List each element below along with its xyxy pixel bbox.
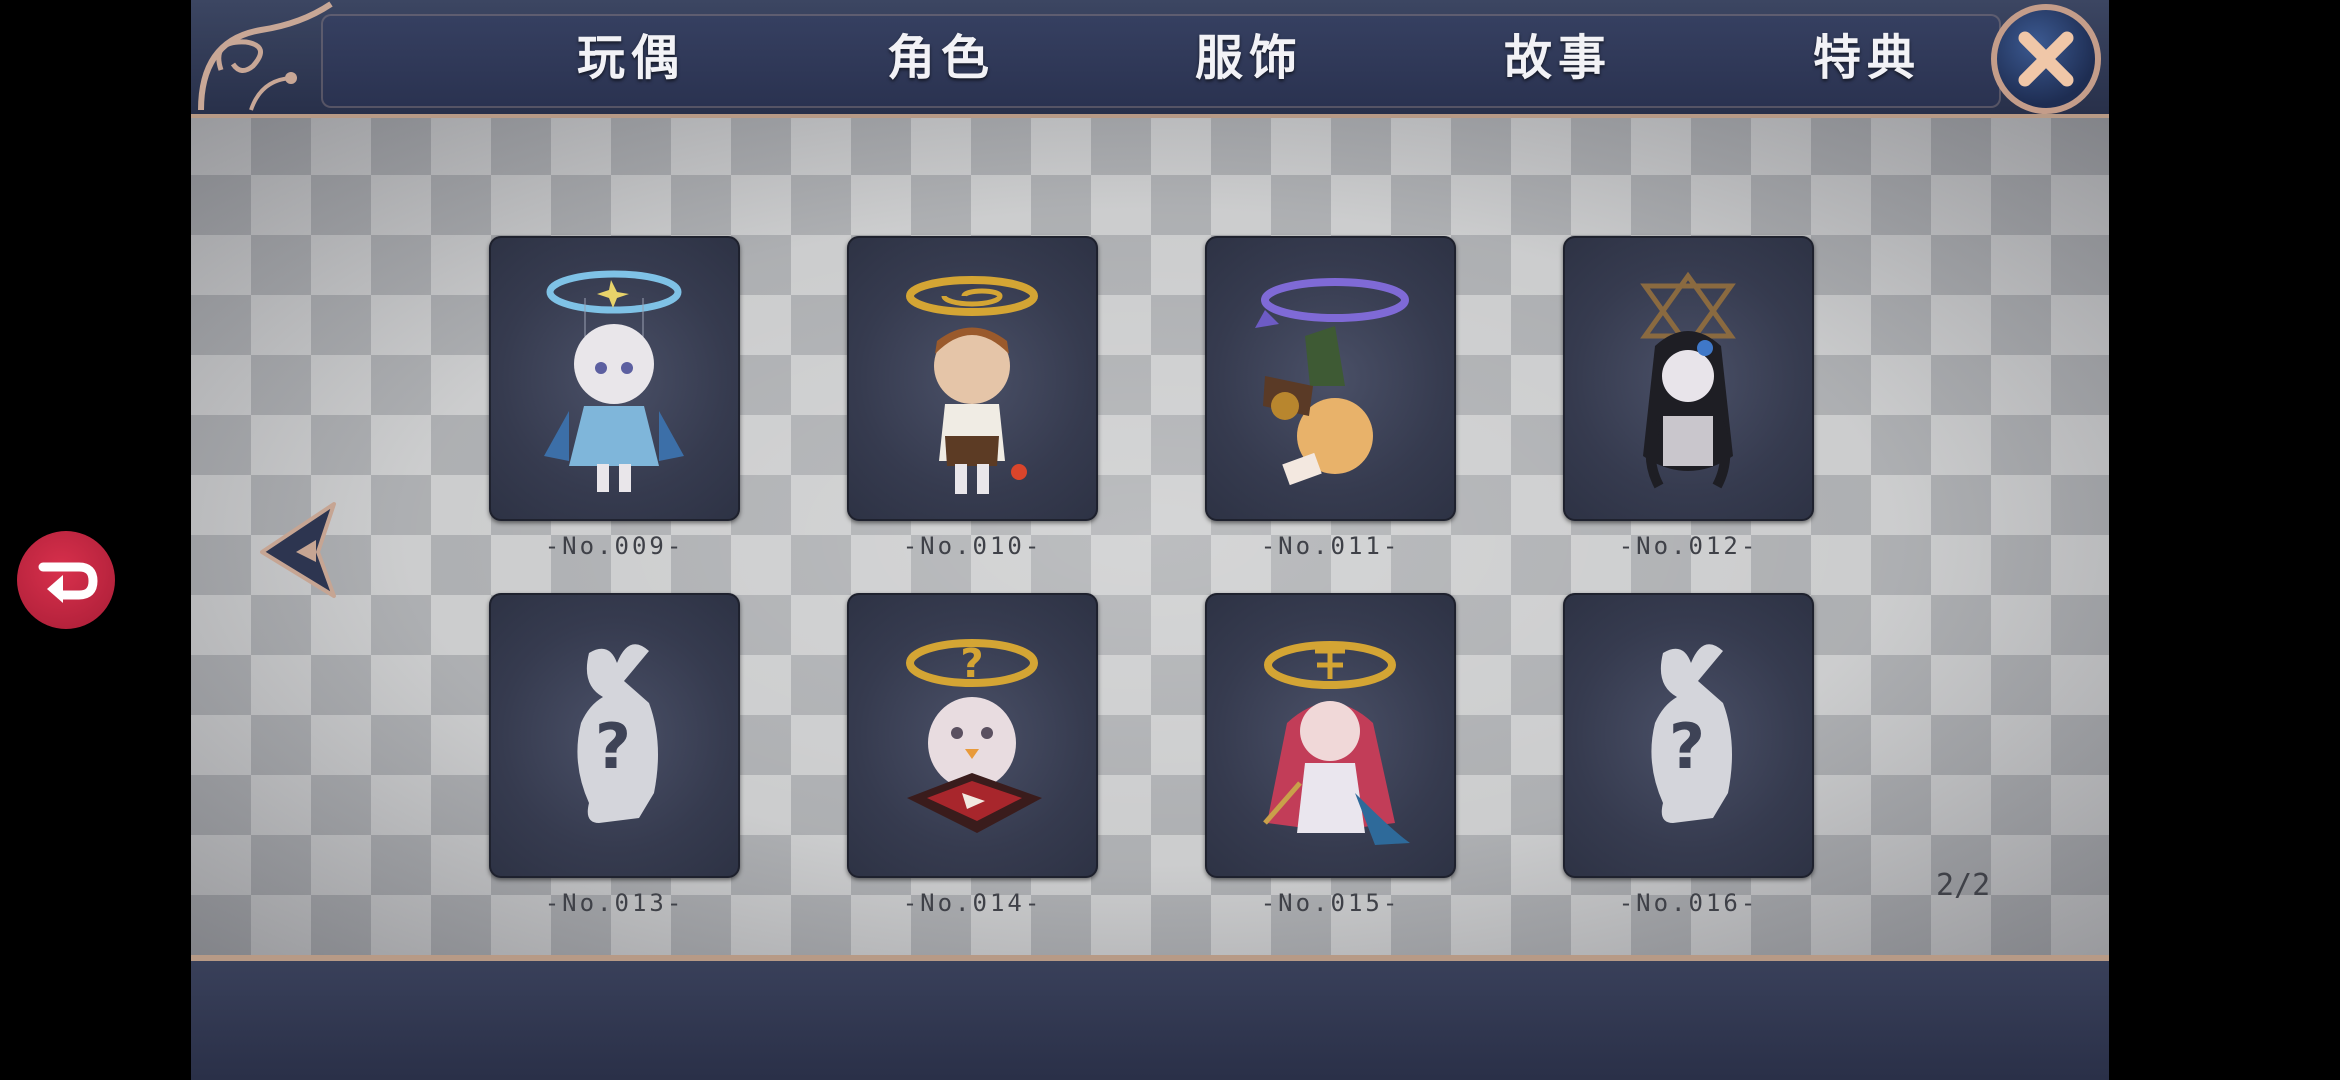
top-tab-bar: 玩偶 角色 服饰 故事 特典 <box>191 0 2109 118</box>
doll-card-012[interactable] <box>1563 236 1814 521</box>
floating-assistant-button[interactable] <box>17 531 115 629</box>
game-screen: 玩偶 角色 服饰 故事 特典 -No.009- -No.010- -No.011… <box>191 0 2109 1080</box>
tab-costumes[interactable]: 服饰 <box>1149 18 1349 98</box>
doll-card-015[interactable] <box>1205 593 1456 878</box>
doll-card-016-locked[interactable]: ? <box>1563 593 1814 878</box>
doll-number-label: -No.016- <box>1618 889 1759 917</box>
doll-number-label: -No.015- <box>1260 889 1401 917</box>
svg-text:?: ? <box>1669 710 1705 783</box>
bottom-bar <box>191 955 2109 1080</box>
doll-figure-icon: ? <box>906 639 1042 833</box>
page-indicator: 2/2 <box>1936 868 1991 903</box>
corner-ornament-icon <box>198 1 333 111</box>
tab-characters[interactable]: 角色 <box>841 18 1041 98</box>
doll-card-011[interactable] <box>1205 236 1456 521</box>
doll-number-label: -No.014- <box>902 889 1043 917</box>
doll-number-label: -No.011- <box>1260 532 1401 560</box>
doll-figure-icon <box>1255 278 1409 486</box>
svg-text:?: ? <box>960 641 983 687</box>
floating-assistant-icon <box>38 562 98 603</box>
doll-card-009[interactable] <box>489 236 740 521</box>
tab-stories[interactable]: 故事 <box>1458 18 1658 98</box>
close-icon <box>2018 31 2074 87</box>
doll-number-label: -No.010- <box>902 532 1043 560</box>
svg-text:?: ? <box>595 710 631 783</box>
doll-card-014[interactable]: ? <box>847 593 1098 878</box>
doll-figure-icon <box>544 270 684 492</box>
left-arrow-icon[interactable] <box>256 500 346 600</box>
doll-figure-icon <box>1263 641 1410 845</box>
doll-card-010[interactable] <box>847 236 1098 521</box>
doll-number-label: -No.009- <box>544 532 685 560</box>
doll-number-label: -No.013- <box>544 889 685 917</box>
close-button[interactable] <box>1991 4 2101 114</box>
doll-gallery-board <box>191 115 2109 960</box>
doll-card-013-locked[interactable]: ? <box>489 593 740 878</box>
tab-dolls[interactable]: 玩偶 <box>531 18 731 98</box>
doll-figure-icon <box>906 276 1038 494</box>
locked-silhouette-icon: ? <box>1651 644 1732 823</box>
doll-number-label: -No.012- <box>1618 532 1759 560</box>
doll-figure-icon <box>1640 271 1736 489</box>
tab-specials[interactable]: 特典 <box>1767 18 1967 98</box>
locked-silhouette-icon: ? <box>577 644 658 823</box>
